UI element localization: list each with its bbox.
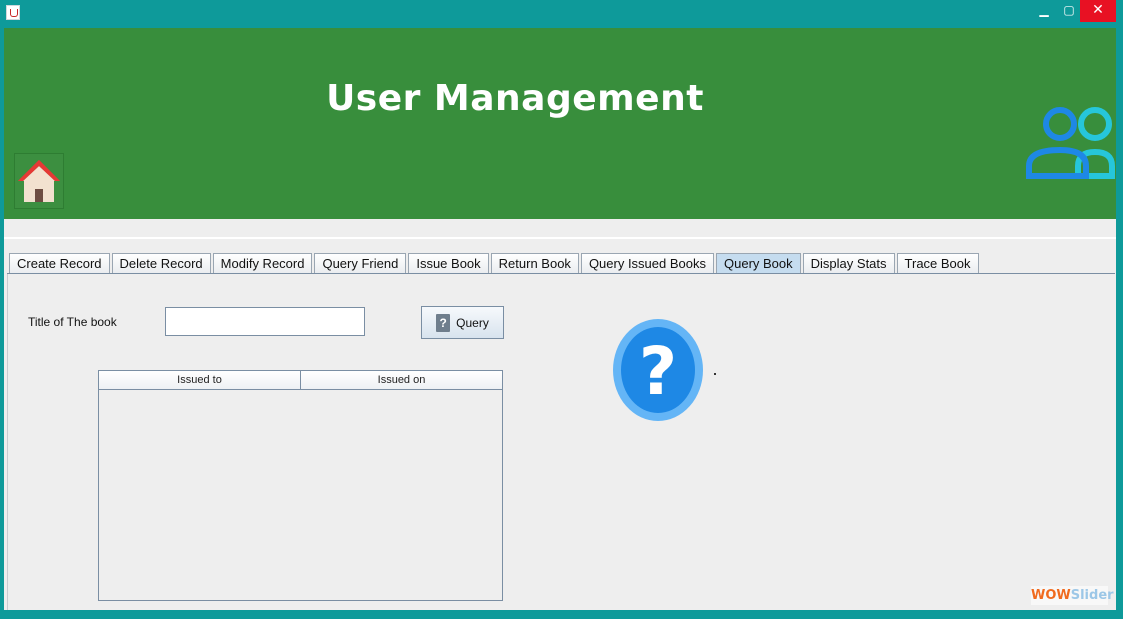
table-header: Issued to Issued on: [99, 371, 502, 390]
column-issued-on[interactable]: Issued on: [301, 371, 502, 389]
column-issued-to[interactable]: Issued to: [99, 371, 301, 389]
tab-display-stats[interactable]: Display Stats: [802, 253, 895, 274]
page-title: User Management: [326, 78, 704, 119]
tab-create-record[interactable]: Create Record: [9, 253, 110, 274]
tab-modify-record[interactable]: Modify Record: [212, 253, 313, 274]
minimize-button[interactable]: ▁: [1030, 0, 1058, 22]
svg-text:?: ?: [639, 333, 677, 410]
wowslider-watermark: WOWSlider: [1031, 586, 1114, 605]
question-icon: ?: [436, 313, 451, 332]
help-question-icon: ?: [613, 319, 703, 421]
home-icon: [18, 160, 60, 202]
tab-return-book[interactable]: Return Book: [490, 253, 579, 274]
title-label: Title of The book: [28, 315, 117, 329]
tab-query-friend[interactable]: Query Friend: [314, 253, 407, 274]
book-title-input[interactable]: [165, 307, 365, 336]
query-button-label: Query: [456, 315, 489, 330]
tab-query-issued-books[interactable]: Query Issued Books: [580, 253, 714, 274]
maximize-button[interactable]: ▢: [1058, 0, 1080, 22]
tab-trace-book[interactable]: Trace Book: [896, 253, 979, 274]
window-titlebar: ▁ ▢ ✕: [0, 0, 1123, 26]
tab-query-book[interactable]: Query Book: [716, 253, 801, 274]
tab-bar: Create Record Delete Record Modify Recor…: [9, 252, 981, 274]
tab-delete-record[interactable]: Delete Record: [111, 253, 211, 274]
header-banner: User Management: [4, 28, 1116, 219]
issued-table[interactable]: Issued to Issued on: [98, 370, 503, 601]
header-separator: [4, 237, 1116, 239]
users-icon: [1026, 107, 1115, 179]
query-button[interactable]: ? Query: [421, 306, 504, 339]
window-client: User Management Create Record Delete Rec…: [4, 28, 1116, 610]
close-button[interactable]: ✕: [1080, 0, 1116, 22]
stray-dot: [714, 373, 716, 375]
java-app-icon: [6, 5, 20, 20]
tab-issue-book[interactable]: Issue Book: [408, 253, 489, 274]
home-button[interactable]: [14, 153, 64, 209]
